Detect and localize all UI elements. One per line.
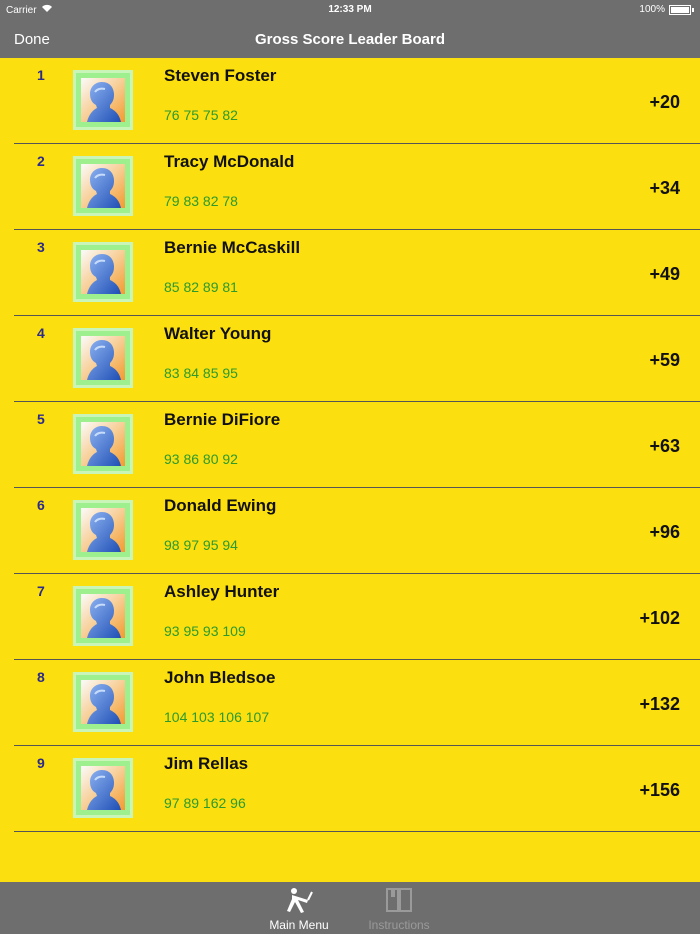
book-icon: [354, 886, 444, 916]
leader-row[interactable]: 1 Steven Foster 76 75 75 82 +20: [0, 58, 700, 144]
round-scores: 76 75 75 82: [164, 107, 238, 123]
player-name: Donald Ewing: [164, 496, 277, 515]
leader-row[interactable]: 5 Bernie DiFiore 93 86 80 92 +63: [0, 402, 700, 488]
total-score: +132: [639, 694, 680, 714]
rank-label: 5: [37, 411, 45, 427]
round-scores: 93 95 93 109: [164, 623, 246, 639]
battery-tip: [692, 7, 694, 12]
round-scores: 104 103 106 107: [164, 709, 270, 725]
player-name: John Bledsoe: [164, 668, 276, 687]
person-head-icon: [73, 156, 133, 216]
player-name: Jim Rellas: [164, 754, 249, 773]
rank-label: 4: [37, 325, 45, 341]
status-time: 12:33 PM: [328, 4, 372, 15]
rank-label: 1: [37, 67, 45, 83]
person-head-icon: [73, 758, 133, 818]
player-name: Bernie DiFiore: [164, 410, 281, 429]
person-head-icon: [73, 500, 133, 560]
rank-label: 9: [37, 755, 45, 771]
rank-label: 8: [37, 669, 45, 685]
person-head-icon: [73, 328, 133, 388]
leader-row[interactable]: 3 Bernie McCaskill 85 82 89 81 +49: [0, 230, 700, 316]
golfer-icon: [254, 886, 344, 916]
total-score: +34: [649, 178, 680, 198]
total-score: +49: [649, 264, 680, 284]
total-score: +20: [649, 92, 680, 112]
leader-row[interactable]: 6 Donald Ewing 98 97 95 94 +96: [0, 488, 700, 574]
total-score: +59: [649, 350, 680, 370]
round-scores: 85 82 89 81: [164, 279, 238, 295]
person-head-icon: [73, 672, 133, 732]
person-head-icon: [73, 414, 133, 474]
round-scores: 97 89 162 96: [164, 795, 246, 811]
person-head-icon: [73, 242, 133, 302]
tab-main-menu-label: Main Menu: [269, 918, 329, 932]
round-scores: 98 97 95 94: [164, 537, 238, 553]
tab-instructions[interactable]: Instructions: [354, 886, 444, 932]
round-scores: 79 83 82 78: [164, 193, 238, 209]
rank-label: 7: [37, 583, 45, 599]
rank-label: 6: [37, 497, 45, 513]
leader-board-list[interactable]: 1 Steven Foster 76 75 75 82 +20 2 Tracy …: [0, 58, 700, 832]
player-name: Tracy McDonald: [164, 152, 295, 171]
tab-instructions-label: Instructions: [368, 918, 430, 932]
round-scores: 93 86 80 92: [164, 451, 238, 467]
leader-row[interactable]: 4 Walter Young 83 84 85 95 +59: [0, 316, 700, 402]
person-head-icon: [73, 586, 133, 646]
battery-label: 100%: [639, 4, 665, 15]
total-score: +96: [649, 522, 680, 542]
leader-row[interactable]: 7 Ashley Hunter 93 95 93 109 +102: [0, 574, 700, 660]
player-name: Bernie McCaskill: [164, 238, 301, 257]
page-title: Gross Score Leader Board: [254, 31, 446, 48]
rank-label: 3: [37, 239, 45, 255]
person-head-icon: [73, 70, 133, 130]
total-score: +102: [639, 608, 680, 628]
rank-label: 2: [37, 153, 45, 169]
player-name: Ashley Hunter: [164, 582, 280, 601]
player-name: Steven Foster: [164, 66, 277, 85]
navigation-bar: Done Gross Score Leader Board: [0, 20, 700, 58]
leader-row[interactable]: 8 John Bledsoe 104 103 106 107 +132: [0, 660, 700, 746]
tab-bar: Main Menu Instructions: [0, 882, 700, 934]
battery-group: 100%: [639, 4, 694, 15]
leader-row[interactable]: 9 Jim Rellas 97 89 162 96 +156: [0, 746, 700, 832]
status-bar: Carrier 12:33 PM 100%: [0, 0, 700, 20]
battery-icon: [669, 4, 691, 15]
total-score: +156: [639, 780, 680, 800]
player-name: Walter Young: [164, 324, 272, 343]
total-score: +63: [649, 436, 680, 456]
leader-row[interactable]: 2 Tracy McDonald 79 83 82 78 +34: [0, 144, 700, 230]
round-scores: 83 84 85 95: [164, 365, 238, 381]
tab-main-menu[interactable]: Main Menu: [254, 886, 344, 932]
